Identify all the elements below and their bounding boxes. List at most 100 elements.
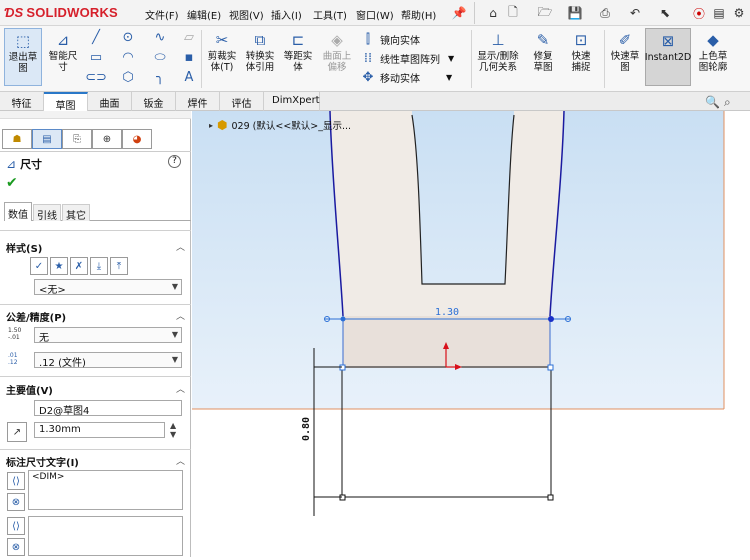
smart-dimension-button[interactable]: ⊿ 智能尺寸 <box>44 30 82 73</box>
tab-sketch[interactable]: 草图 <box>44 92 88 112</box>
select-cursor-icon[interactable]: ⬉ <box>656 4 674 22</box>
arc-icon[interactable]: ◠ <box>118 50 138 65</box>
delete-style-icon[interactable]: ✗ <box>70 257 88 275</box>
subtab-leaders[interactable]: 引线 <box>33 204 61 222</box>
undo-icon[interactable]: ↶ <box>626 4 644 22</box>
circle-icon[interactable]: ⊙ <box>118 30 138 45</box>
display-manager-icon[interactable]: ◕ <box>122 129 152 149</box>
repair-sketch-button[interactable]: ✎ 修复草图 <box>526 30 560 73</box>
show-relations-button[interactable]: ⊥ 显示/删除几何关系 <box>474 30 522 73</box>
rectangle-icon[interactable]: ▭ <box>86 50 106 65</box>
dimension-text-section-header[interactable]: 标注尺寸文字(I) <box>6 454 79 469</box>
help-icon[interactable]: ? <box>168 155 181 168</box>
rebuild-icon[interactable]: ▤ <box>710 4 728 22</box>
insert-dim-below-icon[interactable]: ⟨⟩ <box>7 517 25 535</box>
tab-dimxpert[interactable]: DimXpert <box>264 92 320 111</box>
pin-icon[interactable]: 📌 <box>450 4 468 22</box>
ok-checkmark-icon[interactable]: ✔ <box>6 175 18 191</box>
tolerance-section-header[interactable]: 公差/精度(P) <box>6 309 66 324</box>
primary-value-section-header[interactable]: 主要值(V) <box>6 382 53 397</box>
chevron-down-icon[interactable]: ▼ <box>448 54 454 63</box>
menu-tools[interactable]: 工具(T) <box>313 7 347 22</box>
convert-entities-button[interactable]: ⧉ 转换实体引用 <box>241 30 279 73</box>
dim-endpoint-left[interactable] <box>340 316 346 322</box>
save-style-icon[interactable]: ⤓ <box>90 257 108 275</box>
insert-dim-icon-2[interactable]: ⊗ <box>7 493 25 511</box>
exit-sketch-button[interactable]: ⬚ 退出草图 <box>4 28 42 86</box>
tolerance-type-select[interactable]: 无 ▼ <box>34 327 182 344</box>
options-gear-icon[interactable]: ⚙ <box>730 4 748 22</box>
chevron-down-icon[interactable]: ▼ <box>446 73 452 82</box>
tab-sheet-metal[interactable]: 钣金 <box>132 92 176 111</box>
zoom-to-fit-icon[interactable]: 🔍 <box>705 95 720 110</box>
configuration-manager-icon[interactable]: ⎘ <box>62 129 92 149</box>
dimension-text-above-field[interactable]: <DIM> <box>28 470 183 510</box>
rapid-sketch-button[interactable]: ✐ 快速草图 <box>607 30 643 73</box>
menu-insert[interactable]: 插入(I) <box>271 7 302 22</box>
surface-offset-button[interactable]: ◈ 曲面上偏移 <box>318 30 356 73</box>
point-icon[interactable]: ▪ <box>179 50 199 65</box>
dimension-text-below-field[interactable] <box>28 516 183 556</box>
feature-tree-flyout[interactable]: ▸ ⬢ 029 (默认<<默认>_显示... <box>209 118 351 132</box>
menu-window[interactable]: 窗口(W) <box>356 7 394 22</box>
tab-features[interactable]: 特征 <box>0 92 44 111</box>
collapse-chevron-icon[interactable]: ︿ <box>176 382 185 395</box>
save-icon[interactable]: 💾 <box>566 4 584 22</box>
vertical-dimension-text[interactable]: 0.80 <box>301 417 312 441</box>
style-section-header[interactable]: 样式(S) <box>6 240 42 255</box>
trim-entities-button[interactable]: ✂ 剪裁实体(T) <box>203 30 241 73</box>
dim-endpoint-right[interactable] <box>548 316 554 322</box>
move-entities-button[interactable]: ✥ 移动实体 ▼ <box>358 70 453 85</box>
open-folder-icon[interactable]: 🗁 <box>536 4 554 22</box>
horizontal-dimension-text[interactable]: 1.30 <box>435 307 459 318</box>
tab-surfaces[interactable]: 曲面 <box>88 92 132 111</box>
menu-edit[interactable]: 编辑(E) <box>187 7 221 22</box>
menu-file[interactable]: 文件(F) <box>145 7 179 22</box>
style-select[interactable]: <无> ▼ <box>34 279 182 296</box>
linear-pattern-button[interactable]: ⁞⁞ 线性草图阵列 ▼ <box>358 51 454 66</box>
tab-evaluate[interactable]: 评估 <box>220 92 264 111</box>
subtab-value[interactable]: 数值 <box>4 202 32 221</box>
quick-snaps-button[interactable]: ⊡ 快速捕捉 <box>564 30 598 73</box>
sketch-canvas[interactable]: 1.30 0.80 <box>192 110 750 557</box>
dimension-name-field[interactable]: D2@草图4 <box>34 400 182 417</box>
polygon-icon[interactable]: ⬡ <box>118 70 138 85</box>
mirror-entities-button[interactable]: ⫿ 镜向实体 <box>358 32 420 47</box>
insert-dim-icon[interactable]: ⟨⟩ <box>7 472 25 490</box>
expand-arrow-icon[interactable]: ▸ <box>209 121 213 130</box>
line-icon[interactable]: ╱ <box>86 30 106 45</box>
spline-icon[interactable]: ∿ <box>150 30 170 45</box>
offset-entities-button[interactable]: ⊏ 等距实体 <box>280 30 316 73</box>
traffic-light-icon[interactable]: ⦿ <box>690 4 708 22</box>
slot-icon[interactable]: ⊂⊃ <box>85 70 107 85</box>
reverse-direction-icon[interactable]: ↗ <box>7 422 27 442</box>
precision-select[interactable]: .12 (文件) ▼ <box>34 352 182 369</box>
text-icon[interactable]: A <box>179 70 199 85</box>
tab-weldments[interactable]: 焊件 <box>176 92 220 111</box>
print-icon[interactable]: ⎙ <box>596 4 614 22</box>
shaded-contours-button[interactable]: ◆ 上色草图轮廓 <box>694 30 732 73</box>
menu-view[interactable]: 视图(V) <box>229 7 264 22</box>
collapse-chevron-icon[interactable]: ︿ <box>176 309 185 322</box>
home-icon[interactable]: ⌂ <box>484 4 502 22</box>
zoom-area-icon[interactable]: ⌕ <box>724 95 731 110</box>
dimension-value-field[interactable]: 1.30mm <box>34 422 165 438</box>
fillet-icon[interactable]: ╮ <box>150 70 170 85</box>
collapse-chevron-icon[interactable]: ︿ <box>176 240 185 253</box>
collapse-chevron-icon[interactable]: ︿ <box>176 454 185 467</box>
feature-manager-icon[interactable]: ☗ <box>2 129 32 149</box>
new-document-icon[interactable]: 🗋 <box>504 4 522 22</box>
corner-point[interactable] <box>547 364 554 371</box>
dimxpert-manager-icon[interactable]: ⊕ <box>92 129 122 149</box>
menu-help[interactable]: 帮助(H) <box>401 7 436 22</box>
instant2d-button[interactable]: ⊠ Instant2D <box>645 28 691 86</box>
load-style-icon[interactable]: ⤒ <box>110 257 128 275</box>
graphics-area[interactable]: 1.30 0.80 🔍 ⌕ <box>192 95 750 557</box>
apply-default-style-icon[interactable]: ✓ <box>30 257 48 275</box>
add-style-icon[interactable]: ★ <box>50 257 68 275</box>
spin-stepper[interactable]: ▲ ▼ <box>170 421 176 439</box>
corner-point[interactable] <box>547 494 554 501</box>
insert-dim-below-icon-2[interactable]: ⊗ <box>7 538 25 556</box>
property-manager-icon[interactable]: ▤ <box>32 129 62 149</box>
subtab-other[interactable]: 其它 <box>62 204 90 222</box>
